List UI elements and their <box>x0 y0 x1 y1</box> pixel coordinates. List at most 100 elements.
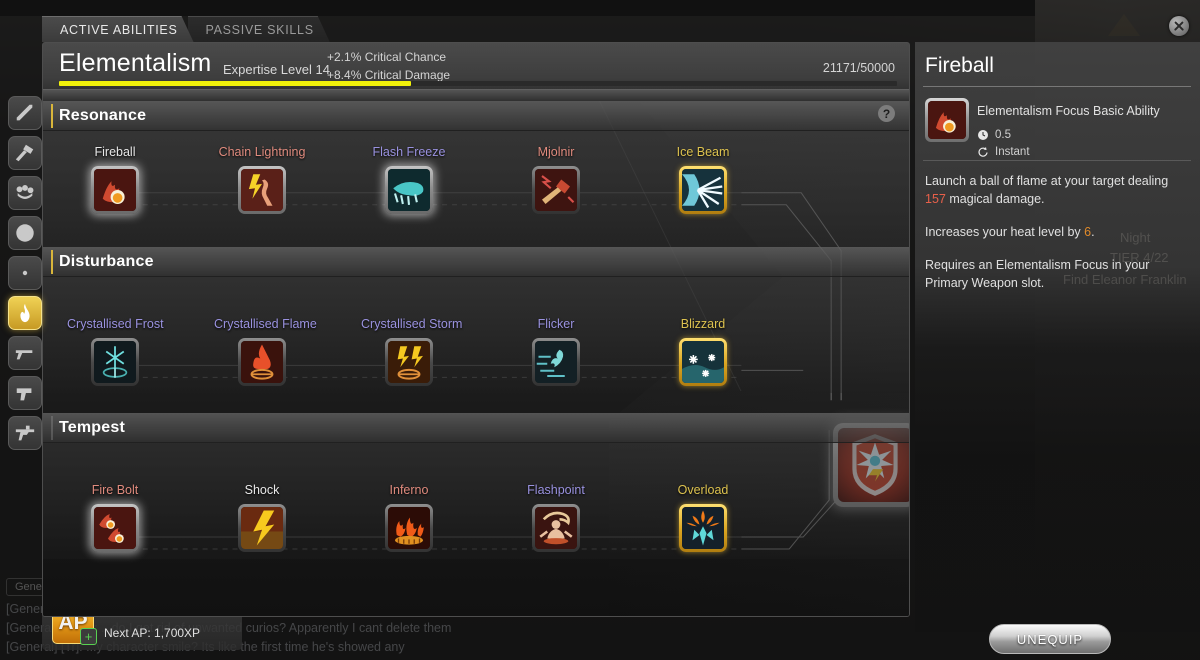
ability-label: Fireball <box>94 145 136 159</box>
fire-bolt-icon <box>94 507 136 549</box>
xp-progress-fill <box>59 81 411 86</box>
close-icon[interactable] <box>1169 16 1189 36</box>
ability-shock[interactable]: Shock <box>214 483 310 552</box>
recharge-icon <box>978 146 988 157</box>
weapon-school-rail <box>8 96 42 450</box>
sidebar-item-shotgun[interactable] <box>8 336 42 370</box>
ability-tree-panel: Elementalism Expertise Level 14 +2.1% Cr… <box>42 42 910 617</box>
section-band-disturbance <box>43 277 909 393</box>
ability-ice-beam[interactable]: Ice Beam <box>655 145 751 214</box>
ability-icon-frame <box>91 504 139 552</box>
tab-active-abilities[interactable]: ACTIVE ABILITIES <box>42 16 194 42</box>
ability-flicker[interactable]: Flicker <box>508 317 604 386</box>
ability-label: Inferno <box>389 483 429 497</box>
desc2-post: . <box>1091 225 1095 239</box>
section-title-resonance: Resonance <box>59 107 147 124</box>
section-header-disturbance: Disturbance <box>43 247 909 277</box>
sidebar-item-elementalism[interactable] <box>8 296 42 330</box>
recharge-row: Instant <box>977 143 1030 160</box>
crystallised-storm-icon <box>388 341 430 383</box>
sidebar-item-pistol[interactable] <box>8 376 42 410</box>
description-heat: Increases your heat level by 6. <box>925 223 1183 241</box>
detail-subtitle: Elementalism Focus Basic Ability <box>977 104 1160 118</box>
ability-flashpoint[interactable]: Flashpoint <box>508 483 604 552</box>
tab-bar: ACTIVE ABILITIES PASSIVE SKILLS <box>42 16 324 42</box>
sidebar-item-chaos[interactable] <box>8 256 42 290</box>
section-header-tempest: Tempest <box>43 413 909 443</box>
ability-label: Ice Beam <box>676 145 730 159</box>
ability-flash-freeze[interactable]: Flash Freeze <box>361 145 457 214</box>
tab-passive-skills[interactable]: PASSIVE SKILLS <box>188 16 330 42</box>
detail-title: Fireball <box>925 54 994 77</box>
xp-progress-bar <box>59 81 897 86</box>
expertise-level: Expertise Level 14 <box>223 62 330 77</box>
ability-label: Overload <box>677 483 729 497</box>
ability-mjolnir[interactable]: Mjolnir <box>508 145 604 214</box>
crit-chance-stat: +2.1% Critical Chance <box>327 50 447 64</box>
ability-label: Mjolnir <box>537 145 575 159</box>
game-window: ACTIVE ABILITIES PASSIVE SKILLS Elementa… <box>0 0 1200 660</box>
desc1-post: magical damage. <box>945 192 1045 206</box>
overload-icon <box>682 507 724 549</box>
tab-passive-skills-label: PASSIVE SKILLS <box>205 22 314 37</box>
damage-value: 157 <box>925 192 946 206</box>
ability-icon-frame <box>385 166 433 214</box>
ability-fire-bolt[interactable]: Fire Bolt <box>67 483 163 552</box>
ability-label: Shock <box>244 483 280 497</box>
help-icon[interactable]: ? <box>878 105 895 122</box>
sidebar-item-fist[interactable] <box>8 176 42 210</box>
ability-crystallised-frost[interactable]: Crystallised Frost <box>67 317 164 386</box>
section-band-tempest <box>43 443 909 559</box>
crystallised-flame-icon <box>241 341 283 383</box>
detail-description: Launch a ball of flame at your target de… <box>925 172 1183 307</box>
ability-chain-lightning[interactable]: Chain Lightning <box>214 145 310 214</box>
detail-divider-mid <box>923 160 1191 161</box>
ability-crystallised-flame[interactable]: Crystallised Flame <box>214 317 317 386</box>
blizzard-icon <box>682 341 724 383</box>
crit-stats: +2.1% Critical Chance +8.4% Critical Dam… <box>327 43 450 84</box>
mjolnir-icon <box>535 169 577 211</box>
ability-icon-frame <box>532 338 580 386</box>
inferno-icon <box>388 507 430 549</box>
xp-counter: 21171/50000 <box>822 61 895 75</box>
ability-fireball[interactable]: Fireball <box>67 145 163 214</box>
clock-icon <box>978 129 988 140</box>
desc2-pre: Increases your heat level by <box>925 225 1085 239</box>
desc1-pre: Launch a ball of flame at your target de… <box>925 174 1169 188</box>
sidebar-item-rifle[interactable] <box>8 416 42 450</box>
ability-icon-frame <box>91 166 139 214</box>
detail-meta: 0.5 Instant <box>977 126 1030 160</box>
sidebar-item-pentagram[interactable] <box>8 216 42 250</box>
ability-label: Crystallised Flame <box>214 317 317 331</box>
ap-add-button[interactable]: + <box>80 628 97 645</box>
ability-icon-frame <box>679 338 727 386</box>
recharge-value: Instant <box>995 145 1030 158</box>
flashpoint-icon <box>535 507 577 549</box>
unequip-button[interactable]: UNEQUIP <box>989 624 1111 654</box>
flicker-icon <box>535 341 577 383</box>
detail-divider-top <box>923 86 1191 87</box>
flash-freeze-icon <box>388 169 430 211</box>
ability-inferno[interactable]: Inferno <box>361 483 457 552</box>
section-band-resonance <box>43 131 909 247</box>
cast-time-value: 0.5 <box>995 128 1011 141</box>
ability-detail-panel: Night TIER 4/22 Find Eleanor Franklin Fi… <box>915 42 1200 654</box>
ability-crystallised-storm[interactable]: Crystallised Storm <box>361 317 462 386</box>
section-title-disturbance: Disturbance <box>59 253 154 270</box>
ability-tree: Resonance Fireball Chain Lightning Flash… <box>43 101 909 616</box>
ability-label: Chain Lightning <box>218 145 306 159</box>
sidebar-item-blade[interactable] <box>8 96 42 130</box>
ability-icon-frame <box>238 166 286 214</box>
sidebar-item-hammer[interactable] <box>8 136 42 170</box>
chain-lightning-icon <box>241 169 283 211</box>
ice-beam-icon <box>682 169 724 211</box>
ability-icon-frame <box>385 338 433 386</box>
ability-blizzard[interactable]: Blizzard <box>655 317 751 386</box>
ability-label: Crystallised Frost <box>67 317 164 331</box>
ability-label: Blizzard <box>680 317 726 331</box>
ability-label: Fire Bolt <box>91 483 139 497</box>
ability-overload[interactable]: Overload <box>655 483 751 552</box>
detail-ability-icon-frame <box>925 98 969 142</box>
tab-active-abilities-label: ACTIVE ABILITIES <box>60 22 178 37</box>
section-header-resonance: Resonance <box>43 101 909 131</box>
